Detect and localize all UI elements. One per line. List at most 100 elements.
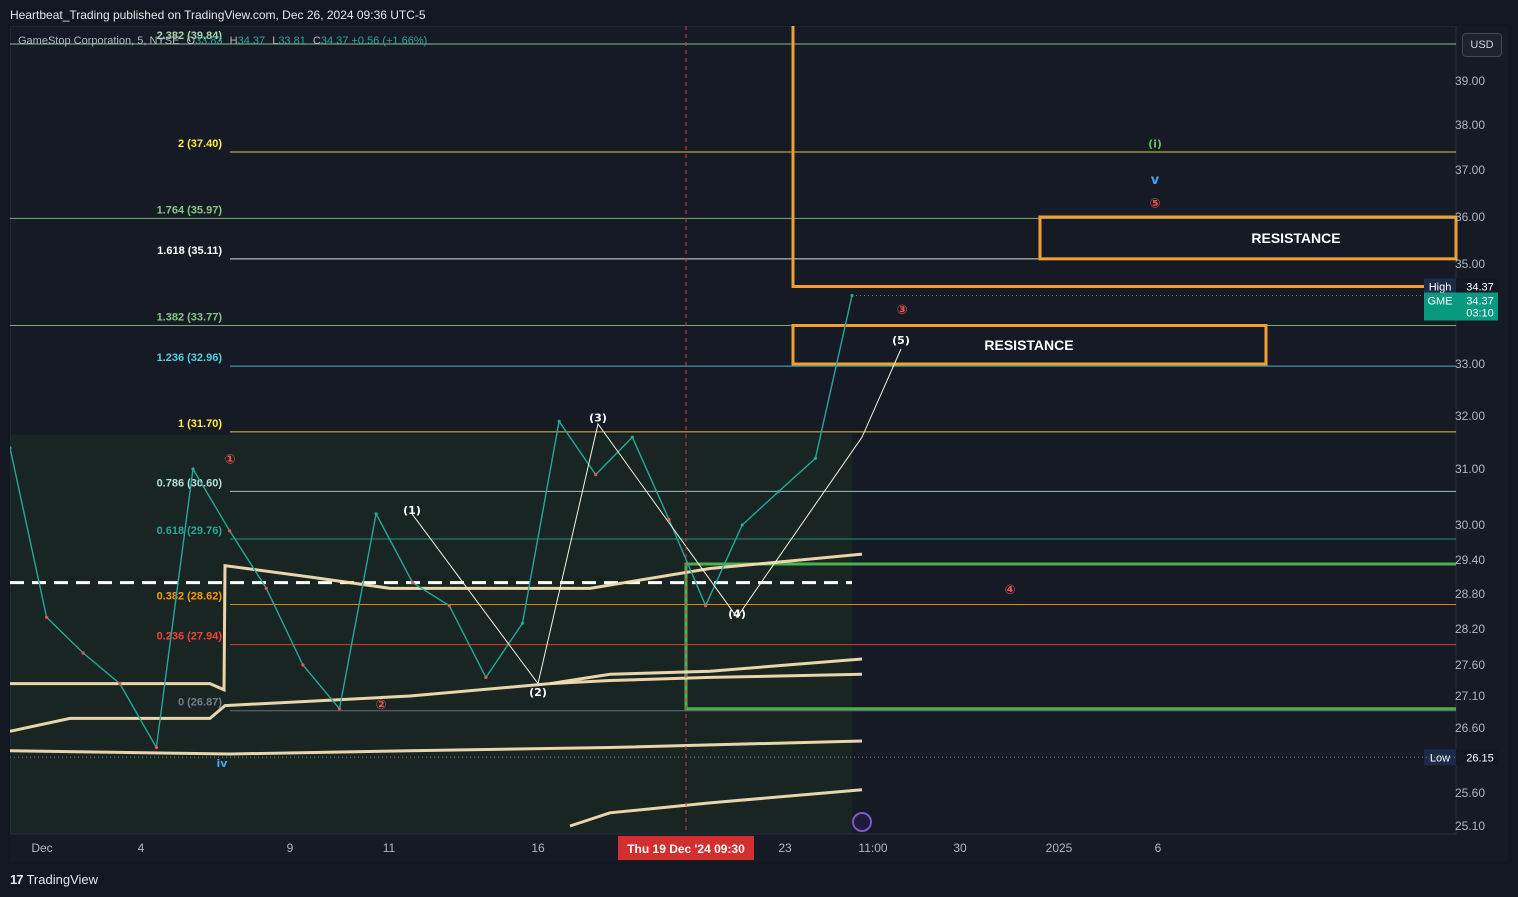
price-point <box>557 419 561 423</box>
y-tick-label: 33.00 <box>1455 357 1485 371</box>
footer-brand: 17 TradingView <box>10 872 98 887</box>
x-tick-label: 11:00 <box>858 841 887 855</box>
y-tick-label: 35.00 <box>1455 257 1485 271</box>
legend-open-label: O <box>186 35 196 47</box>
tradingview-logo-icon: 17 <box>10 872 24 887</box>
wave-label: ③ <box>896 303 907 318</box>
symbol-legend: GameStop Corporation, 5, NYSE O33.83 H34… <box>18 35 427 47</box>
price-point <box>520 621 525 625</box>
price-point <box>337 707 342 711</box>
y-tick-label: 32.00 <box>1455 409 1485 423</box>
high-badge-label: High <box>1429 282 1452 294</box>
legend-close: 34.37 <box>320 35 349 47</box>
fib-level-label: 0.618 (29.76) <box>157 525 223 537</box>
price-point <box>154 745 159 750</box>
last-price-badge-countdown: 03:10 <box>1466 308 1494 320</box>
wave-label: ④ <box>1004 583 1015 598</box>
legend-high: 34.37 <box>237 35 266 47</box>
wave-label: (2) <box>529 686 547 699</box>
price-point <box>118 682 122 686</box>
orange-bracket <box>791 26 1456 288</box>
price-point <box>374 512 378 516</box>
price-point <box>813 456 817 460</box>
legend-high-label: H <box>229 35 238 47</box>
y-tick-label: 27.60 <box>1455 658 1485 672</box>
wave-label: (3) <box>589 411 607 424</box>
crosshair-date-label: Thu 19 Dec '24 09:30 <box>627 842 745 856</box>
price-point <box>447 604 451 608</box>
resistance-zone <box>1038 215 1458 261</box>
legend-low: 33.81 <box>278 35 306 47</box>
legend-symbol: GameStop Corporation, 5, NYSE <box>18 35 180 47</box>
wave-label: v <box>1151 173 1160 188</box>
fib-level-label: 0.786 (30.60) <box>157 477 223 489</box>
y-tick-label: 39.00 <box>1455 74 1485 88</box>
fib-level-label: 1 (31.70) <box>178 418 222 430</box>
low-badge-value: 26.15 <box>1466 752 1494 764</box>
price-point <box>301 663 305 667</box>
y-tick-label: 31.00 <box>1455 462 1485 476</box>
y-tick-label: 28.80 <box>1455 587 1485 601</box>
y-tick-label: 30.00 <box>1455 518 1485 532</box>
y-tick-label: 38.00 <box>1455 118 1485 132</box>
x-tick-label: 2025 <box>1046 841 1073 855</box>
legend-close-label: C <box>312 35 321 47</box>
price-chart[interactable]: 2.382 (39.84)2 (37.40)1.764 (35.97)1.618… <box>10 26 1508 862</box>
x-tick-label: 23 <box>778 841 792 855</box>
high-badge-value: 34.37 <box>1466 282 1494 294</box>
x-tick-label: 11 <box>383 841 396 855</box>
fib-level-label: 1.618 (35.11) <box>157 245 222 257</box>
wave-projection <box>861 348 902 438</box>
last-price-badge-value: 34.37 <box>1466 296 1494 308</box>
y-tick-label: 36.00 <box>1455 210 1485 224</box>
last-price-badge-label: GME <box>1427 296 1452 308</box>
price-point <box>191 467 195 471</box>
price-point <box>484 675 488 680</box>
x-tick-label: 6 <box>1155 841 1162 855</box>
fib-level-label: 1.764 (35.97) <box>157 204 223 216</box>
wave-label: (1) <box>403 504 421 517</box>
y-tick-label: 27.10 <box>1455 689 1485 703</box>
y-tick-label: 25.60 <box>1455 786 1485 800</box>
x-tick-label: 9 <box>287 841 294 855</box>
legend-open: 33.83 <box>195 35 223 47</box>
wave-label: (i) <box>1148 138 1162 151</box>
x-tick-label: Dec <box>31 841 52 855</box>
price-point <box>228 529 232 533</box>
price-point <box>411 581 415 585</box>
currency-button[interactable]: USD <box>1462 33 1502 57</box>
price-point <box>594 473 598 477</box>
x-tick-label: 16 <box>531 841 545 855</box>
resistance-label: RESISTANCE <box>984 337 1073 353</box>
price-point <box>81 651 85 655</box>
fib-level-label: 1.236 (32.96) <box>157 352 223 364</box>
wave-label: ① <box>224 453 235 468</box>
wave-label: (5) <box>892 334 910 347</box>
event-marker-icon <box>852 812 872 832</box>
chart-frame[interactable]: 2.382 (39.84) 2 (37.40) 1.764 (35.97) 1.618… <box>10 26 1508 862</box>
fib-level-label: 0.382 (28.62) <box>157 591 223 603</box>
wave-label: ⑤ <box>1149 197 1160 212</box>
wave-label: ② <box>375 698 386 713</box>
price-point <box>777 489 781 493</box>
y-tick-label: 25.10 <box>1455 819 1485 833</box>
wave-label: iv <box>217 757 229 770</box>
history-shade <box>10 434 852 834</box>
price-point <box>45 615 49 619</box>
price-point <box>703 604 708 608</box>
x-tick-label: 4 <box>138 841 145 855</box>
fib-level-label: 2 (37.40) <box>178 138 222 150</box>
low-badge-label: Low <box>1430 752 1450 764</box>
fib-level-label: 1.382 (33.77) <box>157 312 223 324</box>
y-tick-label: 26.60 <box>1455 721 1485 735</box>
price-point <box>264 586 268 590</box>
y-tick-label: 37.00 <box>1455 163 1485 177</box>
fib-level-label: 0 (26.87) <box>178 697 222 709</box>
y-tick-label: 29.40 <box>1455 553 1485 567</box>
price-point <box>740 523 744 527</box>
brand-label: TradingView <box>26 872 99 887</box>
publisher-line: Heartbeat_Trading published on TradingVi… <box>10 8 426 22</box>
fib-level-label: 0.236 (27.94) <box>157 631 223 643</box>
x-tick-label: 30 <box>953 841 967 855</box>
price-point <box>630 435 634 439</box>
